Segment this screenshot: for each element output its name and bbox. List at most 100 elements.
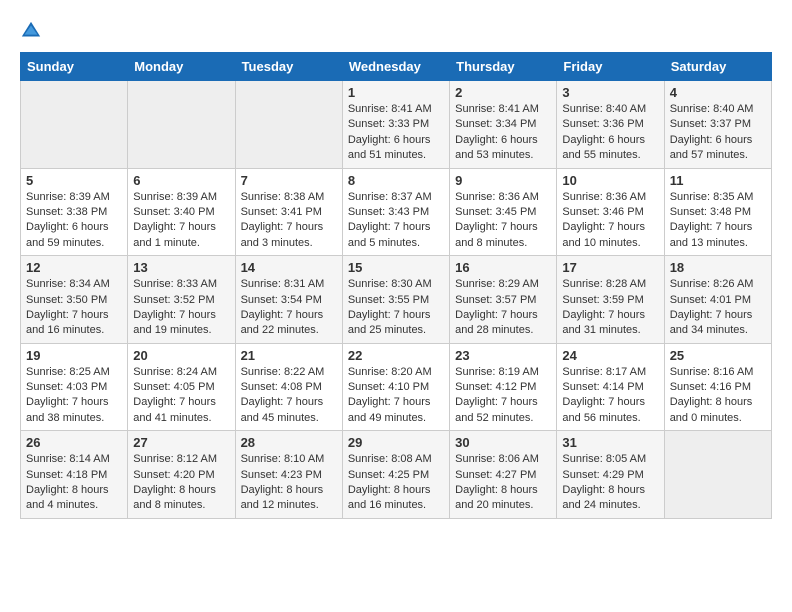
- logo: [20, 20, 46, 42]
- day-number: 11: [670, 173, 766, 188]
- day-number: 1: [348, 85, 444, 100]
- day-number: 18: [670, 260, 766, 275]
- calendar-cell: 3 Sunrise: 8:40 AM Sunset: 3:36 PM Daylig…: [557, 81, 664, 169]
- day-info: Sunrise: 8:06 AM Sunset: 4:27 PM Dayligh…: [455, 452, 551, 514]
- day-info: Sunrise: 8:25 AM Sunset: 4:03 PM Dayligh…: [26, 365, 122, 427]
- day-info: Sunrise: 8:38 AM Sunset: 3:41 PM Dayligh…: [241, 190, 337, 252]
- calendar-cell: 15 Sunrise: 8:30 AM Sunset: 3:55 PM Dayli…: [342, 256, 449, 344]
- calendar-cell: 4 Sunrise: 8:40 AM Sunset: 3:37 PM Daylig…: [664, 81, 771, 169]
- calendar-cell: [235, 81, 342, 169]
- day-info: Sunrise: 8:17 AM Sunset: 4:14 PM Dayligh…: [562, 365, 658, 427]
- calendar-cell: [128, 81, 235, 169]
- day-info: Sunrise: 8:12 AM Sunset: 4:20 PM Dayligh…: [133, 452, 229, 514]
- calendar-cell: 18 Sunrise: 8:26 AM Sunset: 4:01 PM Dayli…: [664, 256, 771, 344]
- calendar-cell: 11 Sunrise: 8:35 AM Sunset: 3:48 PM Dayli…: [664, 168, 771, 256]
- calendar-cell: 23 Sunrise: 8:19 AM Sunset: 4:12 PM Dayli…: [450, 343, 557, 431]
- day-header-thursday: Thursday: [450, 53, 557, 81]
- calendar-cell: [21, 81, 128, 169]
- page-header: [20, 20, 772, 42]
- day-info: Sunrise: 8:10 AM Sunset: 4:23 PM Dayligh…: [241, 452, 337, 514]
- day-info: Sunrise: 8:30 AM Sunset: 3:55 PM Dayligh…: [348, 277, 444, 339]
- day-info: Sunrise: 8:05 AM Sunset: 4:29 PM Dayligh…: [562, 452, 658, 514]
- calendar-cell: 10 Sunrise: 8:36 AM Sunset: 3:46 PM Dayli…: [557, 168, 664, 256]
- calendar-cell: 27Sunrise: 8:12 AM Sunset: 4:20 PM Dayli…: [128, 431, 235, 519]
- day-number: 3: [562, 85, 658, 100]
- day-header-sunday: Sunday: [21, 53, 128, 81]
- logo-icon: [20, 20, 42, 42]
- calendar-week-row: 26 Sunrise: 8:14 AM Sunset: 4:18 PM Dayli…: [21, 431, 772, 519]
- calendar-cell: 13 Sunrise: 8:33 AM Sunset: 3:52 PM Dayli…: [128, 256, 235, 344]
- day-number: 14: [241, 260, 337, 275]
- day-number: 23: [455, 348, 551, 363]
- day-info: Sunrise: 8:19 AM Sunset: 4:12 PM Dayligh…: [455, 365, 551, 427]
- calendar-cell: 19 Sunrise: 8:25 AM Sunset: 4:03 PM Dayli…: [21, 343, 128, 431]
- day-number: 21: [241, 348, 337, 363]
- day-info: Sunrise: 8:31 AM Sunset: 3:54 PM Dayligh…: [241, 277, 337, 339]
- day-info: Sunrise: 8:35 AM Sunset: 3:48 PM Dayligh…: [670, 190, 766, 252]
- calendar-cell: 12 Sunrise: 8:34 AM Sunset: 3:50 PM Dayli…: [21, 256, 128, 344]
- day-number: 10: [562, 173, 658, 188]
- calendar-cell: 31 Sunrise: 8:05 AM Sunset: 4:29 PM Dayli…: [557, 431, 664, 519]
- calendar-cell: 6 Sunrise: 8:39 AM Sunset: 3:40 PM Daylig…: [128, 168, 235, 256]
- calendar-week-row: 1 Sunrise: 8:41 AM Sunset: 3:33 PM Daylig…: [21, 81, 772, 169]
- day-info: Sunrise: 8:40 AM Sunset: 3:36 PM Dayligh…: [562, 102, 658, 164]
- calendar-cell: 8Sunrise: 8:37 AM Sunset: 3:43 PM Daylig…: [342, 168, 449, 256]
- calendar-cell: 5 Sunrise: 8:39 AM Sunset: 3:38 PM Daylig…: [21, 168, 128, 256]
- calendar-header-row: SundayMondayTuesdayWednesdayThursdayFrid…: [21, 53, 772, 81]
- day-number: 16: [455, 260, 551, 275]
- day-info: Sunrise: 8:33 AM Sunset: 3:52 PM Dayligh…: [133, 277, 229, 339]
- day-header-tuesday: Tuesday: [235, 53, 342, 81]
- day-number: 4: [670, 85, 766, 100]
- day-number: 2: [455, 85, 551, 100]
- calendar-cell: 22Sunrise: 8:20 AM Sunset: 4:10 PM Dayli…: [342, 343, 449, 431]
- day-number: 15: [348, 260, 444, 275]
- day-info: Sunrise: 8:41 AM Sunset: 3:34 PM Dayligh…: [455, 102, 551, 164]
- calendar-cell: 20Sunrise: 8:24 AM Sunset: 4:05 PM Dayli…: [128, 343, 235, 431]
- calendar-cell: 21 Sunrise: 8:22 AM Sunset: 4:08 PM Dayli…: [235, 343, 342, 431]
- day-header-wednesday: Wednesday: [342, 53, 449, 81]
- day-number: 30: [455, 435, 551, 450]
- day-info: Sunrise: 8:14 AM Sunset: 4:18 PM Dayligh…: [26, 452, 122, 514]
- day-info: Sunrise: 8:34 AM Sunset: 3:50 PM Dayligh…: [26, 277, 122, 339]
- day-number: 12: [26, 260, 122, 275]
- day-info: Sunrise: 8:16 AM Sunset: 4:16 PM Dayligh…: [670, 365, 766, 427]
- calendar-cell: 14 Sunrise: 8:31 AM Sunset: 3:54 PM Dayli…: [235, 256, 342, 344]
- day-info: Sunrise: 8:29 AM Sunset: 3:57 PM Dayligh…: [455, 277, 551, 339]
- calendar-cell: 9 Sunrise: 8:36 AM Sunset: 3:45 PM Daylig…: [450, 168, 557, 256]
- day-number: 7: [241, 173, 337, 188]
- calendar-cell: 16 Sunrise: 8:29 AM Sunset: 3:57 PM Dayli…: [450, 256, 557, 344]
- calendar-table: SundayMondayTuesdayWednesdayThursdayFrid…: [20, 52, 772, 519]
- day-header-saturday: Saturday: [664, 53, 771, 81]
- calendar-week-row: 12 Sunrise: 8:34 AM Sunset: 3:50 PM Dayli…: [21, 256, 772, 344]
- calendar-cell: 26 Sunrise: 8:14 AM Sunset: 4:18 PM Dayli…: [21, 431, 128, 519]
- calendar-cell: 28 Sunrise: 8:10 AM Sunset: 4:23 PM Dayli…: [235, 431, 342, 519]
- day-number: 5: [26, 173, 122, 188]
- day-header-friday: Friday: [557, 53, 664, 81]
- calendar-cell: [664, 431, 771, 519]
- day-info: Sunrise: 8:40 AM Sunset: 3:37 PM Dayligh…: [670, 102, 766, 164]
- calendar-cell: 25Sunrise: 8:16 AM Sunset: 4:16 PM Dayli…: [664, 343, 771, 431]
- day-info: Sunrise: 8:36 AM Sunset: 3:46 PM Dayligh…: [562, 190, 658, 252]
- day-info: Sunrise: 8:28 AM Sunset: 3:59 PM Dayligh…: [562, 277, 658, 339]
- day-info: Sunrise: 8:22 AM Sunset: 4:08 PM Dayligh…: [241, 365, 337, 427]
- day-number: 20: [133, 348, 229, 363]
- day-number: 31: [562, 435, 658, 450]
- day-number: 9: [455, 173, 551, 188]
- day-number: 13: [133, 260, 229, 275]
- calendar-cell: 24Sunrise: 8:17 AM Sunset: 4:14 PM Dayli…: [557, 343, 664, 431]
- day-info: Sunrise: 8:39 AM Sunset: 3:38 PM Dayligh…: [26, 190, 122, 252]
- calendar-cell: 1 Sunrise: 8:41 AM Sunset: 3:33 PM Daylig…: [342, 81, 449, 169]
- calendar-week-row: 5 Sunrise: 8:39 AM Sunset: 3:38 PM Daylig…: [21, 168, 772, 256]
- day-info: Sunrise: 8:39 AM Sunset: 3:40 PM Dayligh…: [133, 190, 229, 252]
- day-number: 19: [26, 348, 122, 363]
- day-info: Sunrise: 8:41 AM Sunset: 3:33 PM Dayligh…: [348, 102, 444, 164]
- day-info: Sunrise: 8:36 AM Sunset: 3:45 PM Dayligh…: [455, 190, 551, 252]
- day-info: Sunrise: 8:26 AM Sunset: 4:01 PM Dayligh…: [670, 277, 766, 339]
- day-info: Sunrise: 8:08 AM Sunset: 4:25 PM Dayligh…: [348, 452, 444, 514]
- day-number: 26: [26, 435, 122, 450]
- calendar-week-row: 19 Sunrise: 8:25 AM Sunset: 4:03 PM Dayli…: [21, 343, 772, 431]
- day-number: 28: [241, 435, 337, 450]
- day-number: 6: [133, 173, 229, 188]
- calendar-cell: 30 Sunrise: 8:06 AM Sunset: 4:27 PM Dayli…: [450, 431, 557, 519]
- day-info: Sunrise: 8:37 AM Sunset: 3:43 PM Dayligh…: [348, 190, 444, 252]
